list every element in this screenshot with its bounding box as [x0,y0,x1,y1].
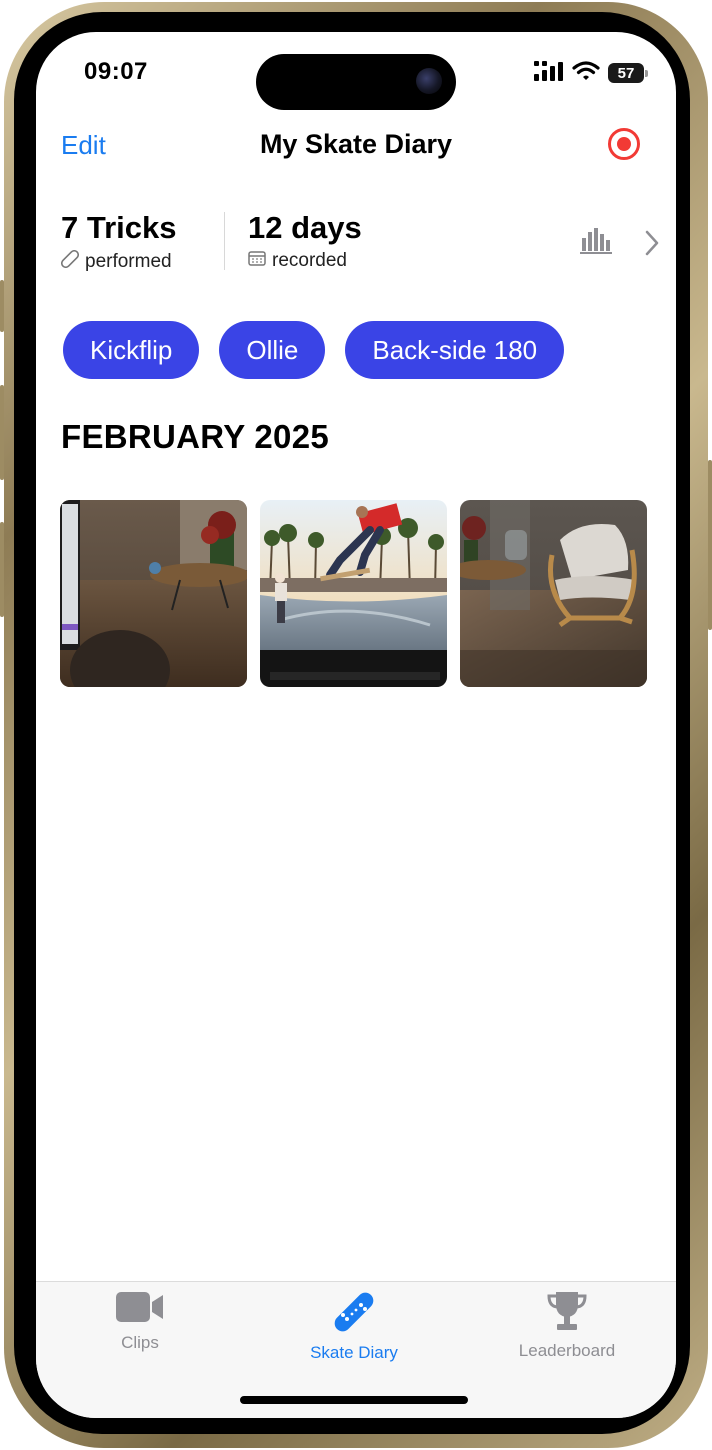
video-thumbnail-room-chair[interactable] [460,500,647,687]
clip-grid [60,500,647,687]
stat-tricks: 7 Tricks performed [60,210,177,274]
stat-days-label: recorded [272,250,347,271]
stat-divider [224,212,225,270]
chip-back-side-180[interactable]: Back-side 180 [345,321,565,379]
month-section-title: FEBRUARY 2025 [61,418,329,455]
record-button[interactable] [608,128,640,160]
video-thumbnail-skatepark[interactable] [260,500,447,687]
calendar-icon [248,250,266,272]
chip-ollie[interactable]: Ollie [219,321,326,379]
screen: 09:07 57 Edit My Skate Diary 7 Tricks pe… [36,32,676,1418]
bar-chart-icon[interactable] [580,228,612,259]
video-thumbnail-room-laptop[interactable] [60,500,247,687]
dynamic-island [256,54,456,110]
volume-down-button [0,522,4,617]
stat-tricks-label: performed [85,251,172,272]
record-icon [617,137,631,151]
action-button [0,280,4,332]
status-time: 09:07 [84,58,148,85]
volume-up-button [0,385,4,480]
stat-days-value: 12 days [248,210,362,245]
trophy-icon [547,1292,587,1336]
stat-days: 12 days recorded [248,210,362,272]
video-camera-icon [116,1292,164,1328]
skateboard-icon [332,1292,376,1338]
page-title: My Skate Diary [259,129,453,159]
skateboard-small-icon [60,249,80,274]
tab-skate-diary-label: Skate Diary [310,1343,398,1362]
front-camera [416,68,442,94]
tab-clips[interactable]: Clips [60,1290,220,1353]
tab-skate-diary[interactable]: Skate Diary [274,1290,434,1363]
status-icons: 57 [534,60,648,86]
tab-leaderboard[interactable]: Leaderboard [487,1290,647,1361]
chip-kickflip[interactable]: Kickflip [63,321,200,379]
wifi-icon [572,60,600,86]
power-button [708,460,712,630]
chevron-right-icon[interactable] [644,230,660,261]
home-indicator[interactable] [240,1396,468,1404]
stat-tricks-value: 7 Tricks [61,210,177,245]
cellular-signal-icon [534,60,564,86]
tab-leaderboard-label: Leaderboard [518,1341,616,1360]
trick-chips: Kickflip Ollie Back-side 180 [63,321,565,379]
battery-indicator: 57 [608,63,648,83]
tab-clips-label: Clips [121,1333,159,1352]
